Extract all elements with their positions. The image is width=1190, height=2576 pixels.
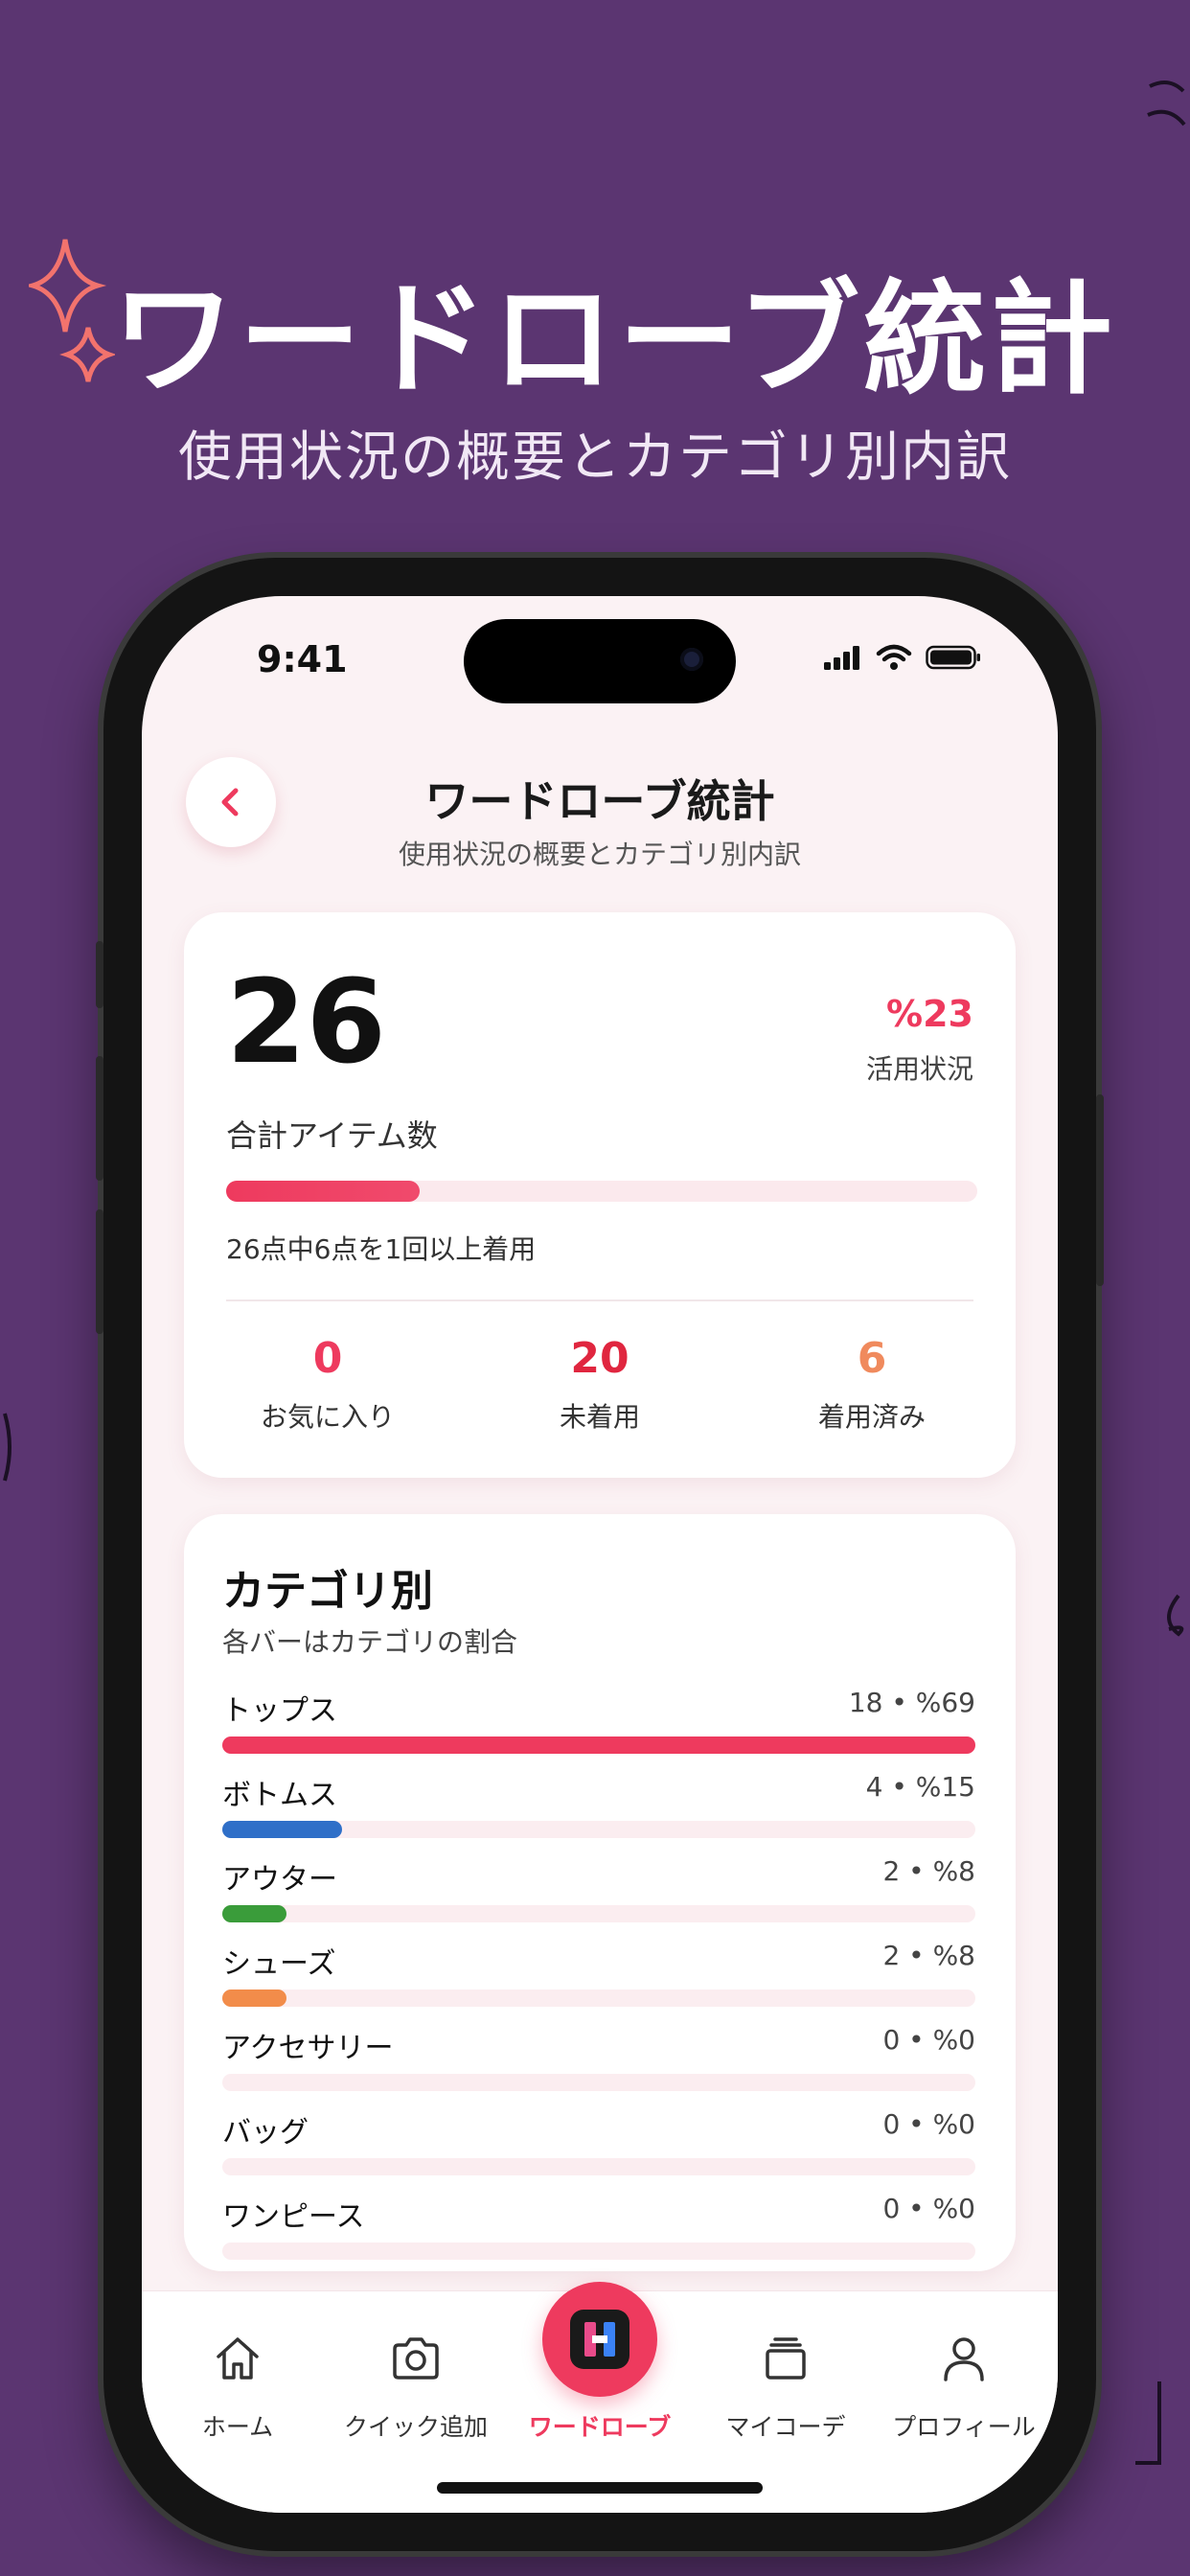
category-bar xyxy=(222,2158,975,2175)
category-name: トップス xyxy=(222,1694,337,1728)
wifi-icon xyxy=(876,644,912,670)
utilization-progress-bar xyxy=(226,1181,977,1202)
category-bar-fill xyxy=(222,1821,342,1838)
category-count: 18 • %69 xyxy=(848,1687,975,1718)
layers-icon xyxy=(766,2337,806,2380)
category-name: シューズ xyxy=(222,1947,336,1981)
category-count: 2 • %8 xyxy=(882,1855,975,1887)
category-bar xyxy=(222,2242,975,2260)
summary-card: 26 合計アイテム数 %23 活用状況 26点中6点を1回以上着用 0 お気に入… xyxy=(184,912,1016,1478)
home-indicator xyxy=(437,2482,763,2494)
category-count: 0 • %0 xyxy=(882,2108,975,2140)
utilization-progress-fill xyxy=(226,1181,420,1202)
tab-bar: ホーム クイック追加 ワードローブ マイコーデ プロフィール xyxy=(142,2282,1058,2513)
utilization-label: 活用状況 xyxy=(865,1053,973,1085)
page-title: ワードローブ統計 xyxy=(424,775,775,827)
tab-label: ワードローブ xyxy=(528,2413,672,2441)
stat-value: 0 xyxy=(312,1334,343,1383)
stat-value: 20 xyxy=(570,1334,629,1383)
category-bar xyxy=(222,1990,975,2007)
category-bar-fill xyxy=(222,1736,976,1754)
stat-favorites[interactable]: 0 お気に入り xyxy=(213,1334,443,1435)
category-card: カテゴリ別 各バーはカテゴリの割合 トップス 18 • %69 ボトムス 4 • %1… xyxy=(184,1514,1016,2271)
stat-worn[interactable]: 6 着用済み xyxy=(757,1334,987,1435)
tab-label: プロフィール xyxy=(892,2413,1036,2441)
stat-value: 6 xyxy=(857,1334,887,1383)
category-name: ワンピース xyxy=(222,2200,365,2234)
doodle-decoration xyxy=(1135,2381,1161,2465)
status-icons xyxy=(824,644,981,671)
category-bar-fill xyxy=(222,1905,286,1922)
page-subtitle: 使用状況の概要とカテゴリ別内訳 xyxy=(398,839,801,870)
category-name: アクセサリー xyxy=(222,2032,394,2065)
doodle-decoration xyxy=(1147,80,1186,126)
tab-profile[interactable]: プロフィール xyxy=(878,2330,1050,2443)
status-time: 9:41 xyxy=(257,638,348,680)
divider xyxy=(226,1300,973,1301)
category-bar xyxy=(222,2074,975,2091)
stat-label: 着用済み xyxy=(817,1401,926,1433)
category-count: 4 • %15 xyxy=(865,1771,975,1803)
phone-frame: 9:41 ワードローブ統計 使用状況の概要とカテゴリ別内訳 26 合計アイテム数… xyxy=(96,558,1104,2551)
promo-title: ワードローブ統計 xyxy=(111,268,1117,411)
category-subtitle: 各バーはカテゴリの割合 xyxy=(222,1626,518,1658)
category-count: 0 • %0 xyxy=(882,2024,975,2056)
category-title: カテゴリ別 xyxy=(222,1567,433,1616)
battery-icon xyxy=(926,645,980,670)
promo-subtitle: 使用状況の概要とカテゴリ別内訳 xyxy=(178,426,1012,489)
home-icon xyxy=(217,2337,259,2380)
utilization-note: 26点中6点を1回以上着用 xyxy=(226,1233,537,1265)
wardrobe-tab-button[interactable] xyxy=(542,2282,657,2397)
category-count: 2 • %8 xyxy=(882,1940,975,1971)
doodle-decoration xyxy=(3,1413,11,1482)
utilization-value: %23 xyxy=(886,993,973,1035)
total-items-value: 26 xyxy=(226,956,386,1090)
camera-icon xyxy=(393,2337,439,2380)
category-bar xyxy=(222,1905,975,1922)
category-bar-fill xyxy=(222,1990,286,2007)
category-name: アウター xyxy=(222,1863,337,1897)
category-name: ボトムス xyxy=(222,1779,337,1812)
stat-unworn[interactable]: 20 未着用 xyxy=(485,1334,715,1435)
category-bar xyxy=(222,1821,975,1838)
stat-label: 未着用 xyxy=(559,1401,640,1433)
app-screen: 9:41 ワードローブ統計 使用状況の概要とカテゴリ別内訳 26 合計アイテム数… xyxy=(142,596,1058,2513)
tab-label: クイック追加 xyxy=(343,2413,488,2441)
tab-label: ホーム xyxy=(201,2413,274,2441)
signal-icon xyxy=(824,646,859,670)
wardrobe-icon xyxy=(584,2322,615,2357)
category-bar xyxy=(222,1736,976,1754)
total-items-label: 合計アイテム数 xyxy=(226,1117,438,1154)
category-count: 0 • %0 xyxy=(882,2193,975,2224)
person-icon xyxy=(944,2337,984,2381)
stat-label: お気に入り xyxy=(260,1401,395,1433)
doodle-decoration xyxy=(1167,1594,1184,1637)
tab-my-outfits[interactable]: マイコーデ xyxy=(699,2330,872,2443)
category-name: バッグ xyxy=(222,2116,309,2150)
tab-quick-add[interactable]: クイック追加 xyxy=(330,2330,502,2443)
tab-label: マイコーデ xyxy=(725,2413,846,2441)
dynamic-island xyxy=(464,619,736,703)
tab-home[interactable]: ホーム xyxy=(151,2330,324,2443)
